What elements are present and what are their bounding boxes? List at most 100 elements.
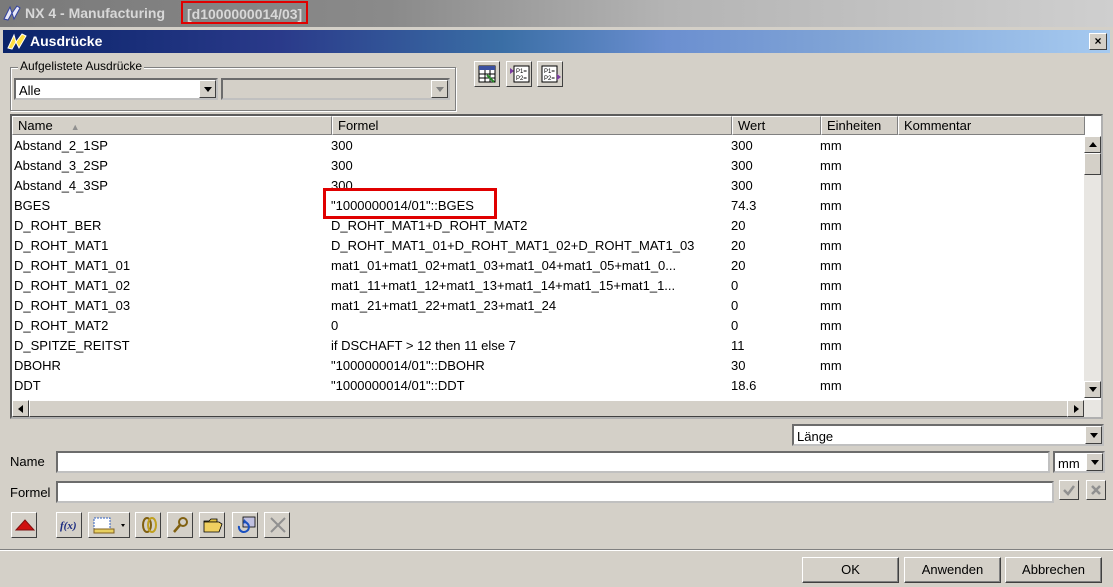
cell-formel: "1000000014/01"::DBOHR xyxy=(331,358,485,373)
table-row[interactable]: D_ROHT_MAT1 D_ROHT_MAT1_01+D_ROHT_MAT1_02… xyxy=(12,236,1085,256)
cell-name: Abstand_4_3SP xyxy=(14,178,108,193)
cell-formel: D_ROHT_MAT1_01+D_ROHT_MAT1_02+D_ROHT_MAT… xyxy=(331,238,695,253)
cell-formel: if DSCHAFT > 12 then 11 else 7 xyxy=(331,338,516,353)
vertical-scrollbar[interactable] xyxy=(1084,136,1101,398)
chevron-down-icon[interactable] xyxy=(1085,426,1102,444)
scroll-left-button[interactable] xyxy=(12,400,29,417)
cell-einheiten: mm xyxy=(820,198,842,213)
link-expression-button[interactable] xyxy=(135,512,161,538)
cell-formel: 300 xyxy=(331,178,353,193)
table-row[interactable]: Abstand_3_2SP 300 300 mm xyxy=(12,156,1085,176)
table-row[interactable]: Abstand_2_1SP 300 300 mm xyxy=(12,136,1085,156)
import-expressions-button[interactable]: P1= P2= xyxy=(506,61,532,87)
sort-ascending-icon: ▲ xyxy=(70,122,80,132)
close-button[interactable]: × xyxy=(1089,33,1107,50)
table-rows: Abstand_2_1SP 300 300 mm Abstand_3_2SP 300 300… xyxy=(12,136,1085,396)
cell-formel: 300 xyxy=(331,138,353,153)
table-row[interactable]: D_SPITZE_REITST if DSCHAFT > 12 then 11 e… xyxy=(12,336,1085,356)
measure-dropdown-button[interactable] xyxy=(88,512,130,538)
cell-name: D_ROHT_MAT1_02 xyxy=(14,278,131,293)
export-p1p2-icon: P1= P2= xyxy=(541,65,561,83)
cancel-button[interactable]: Abbrechen xyxy=(1005,557,1102,583)
cell-wert: 30 xyxy=(731,358,746,373)
refresh-button[interactable] xyxy=(232,512,258,538)
unit-select-value: mm xyxy=(1058,456,1080,471)
cell-formel: mat1_01+mat1_02+mat1_03+mat1_04+mat1_05+… xyxy=(331,258,677,273)
scroll-up-button[interactable] xyxy=(1084,136,1101,153)
secondary-filter-select xyxy=(221,78,450,100)
column-header-wert[interactable]: Wert xyxy=(732,116,821,135)
cell-name: D_ROHT_MAT1 xyxy=(14,238,109,253)
table-row[interactable]: BGES "1000000014/01"::BGES 74.3 mm xyxy=(12,196,1085,216)
table-row[interactable]: DBOHR "1000000014/01"::DBOHR 30 mm xyxy=(12,356,1085,376)
table-row[interactable]: DDT "1000000014/01"::DDT 18.6 mm xyxy=(12,376,1085,396)
link-expression-icon xyxy=(142,517,157,533)
collapse-button[interactable] xyxy=(11,512,37,538)
refresh-icon xyxy=(237,516,256,533)
horizontal-scrollbar[interactable] xyxy=(12,400,1101,417)
name-label: Name xyxy=(10,454,45,469)
svg-text:f(x): f(x) xyxy=(60,520,77,532)
import-p1p2-icon: P1= P2= xyxy=(510,65,530,83)
svg-text:P1=: P1= xyxy=(516,69,527,75)
cell-wert: 0 xyxy=(731,298,739,313)
column-header-einheiten[interactable]: Einheiten xyxy=(821,116,898,135)
column-header-kommentar[interactable]: Kommentar xyxy=(898,116,1085,135)
cell-wert: 300 xyxy=(731,138,753,153)
spreadsheet-button[interactable] xyxy=(474,61,500,87)
table-row[interactable]: D_ROHT_MAT2 0 0 mm xyxy=(12,316,1085,336)
checkmark-icon xyxy=(1063,485,1075,496)
cell-einheiten: mm xyxy=(820,298,842,313)
table-row[interactable]: D_ROHT_MAT1_02 mat1_11+mat1_12+mat1_13+ma… xyxy=(12,276,1085,296)
cell-name: BGES xyxy=(14,198,51,213)
cell-formel: mat1_11+mat1_12+mat1_13+mat1_14+mat1_15+… xyxy=(331,278,676,293)
scroll-right-button[interactable] xyxy=(1067,400,1084,417)
cell-name: D_ROHT_MAT1_03 xyxy=(14,298,131,313)
app-title-bar: NX 4 - Manufacturing [d1000000014/03] xyxy=(0,0,1113,27)
table-row[interactable]: Abstand_4_3SP 300 300 mm xyxy=(12,176,1085,196)
cell-formel: "1000000014/01"::DDT xyxy=(331,378,465,393)
cell-einheiten: mm xyxy=(820,358,842,373)
formel-input[interactable] xyxy=(56,481,1054,503)
vertical-scroll-thumb[interactable] xyxy=(1084,153,1101,175)
table-row[interactable]: D_ROHT_MAT1_01 mat1_01+mat1_02+mat1_03+ma… xyxy=(12,256,1085,276)
scroll-down-button[interactable] xyxy=(1084,381,1101,398)
chevron-down-icon[interactable] xyxy=(1086,453,1103,471)
cell-wert: 0 xyxy=(731,318,739,333)
table-row[interactable]: D_ROHT_MAT1_03 mat1_21+mat1_22+mat1_23+ma… xyxy=(12,296,1085,316)
expressions-table[interactable]: Name ▲ Formel Wert Einheiten Kommentar Ab… xyxy=(10,114,1103,419)
close-icon: × xyxy=(1094,34,1102,48)
ok-button[interactable]: OK xyxy=(802,557,899,583)
cell-einheiten: mm xyxy=(820,318,842,333)
group-legend: Aufgelistete Ausdrücke xyxy=(18,59,145,73)
dialog-title: Ausdrücke xyxy=(30,33,103,49)
chevron-down-icon[interactable] xyxy=(199,80,216,98)
collapse-triangle-icon xyxy=(15,519,35,531)
link-inter-part-button[interactable] xyxy=(167,512,193,538)
button-separator xyxy=(0,549,1113,551)
table-row[interactable]: D_ROHT_BER D_ROHT_MAT1+D_ROHT_MAT2 20 mm xyxy=(12,216,1085,236)
open-folder-button[interactable] xyxy=(199,512,225,538)
table-header: Name ▲ Formel Wert Einheiten Kommentar xyxy=(12,116,1085,136)
function-button[interactable]: f(x) xyxy=(56,512,82,538)
cell-name: D_ROHT_MAT2 xyxy=(14,318,109,333)
reject-formula-button xyxy=(1086,480,1106,500)
filter-select[interactable]: Alle xyxy=(14,78,218,100)
cell-einheiten: mm xyxy=(820,238,842,253)
dimension-select[interactable]: Länge xyxy=(792,424,1104,446)
link-inter-part-icon xyxy=(173,517,188,533)
column-header-formel[interactable]: Formel xyxy=(332,116,732,135)
formel-label: Formel xyxy=(10,485,51,500)
unit-select[interactable]: mm xyxy=(1053,451,1105,473)
column-header-name[interactable]: Name ▲ xyxy=(12,116,332,135)
svg-text:P2=: P2= xyxy=(516,76,527,82)
dialog-title-bar: Ausdrücke × xyxy=(3,30,1110,53)
open-folder-icon xyxy=(203,518,223,533)
name-input[interactable] xyxy=(56,451,1050,473)
apply-button[interactable]: Anwenden xyxy=(904,557,1001,583)
cell-einheiten: mm xyxy=(820,218,842,233)
horizontal-scroll-thumb[interactable] xyxy=(29,400,1068,417)
cell-wert: 20 xyxy=(731,238,746,253)
export-expressions-button[interactable]: P1= P2= xyxy=(537,61,563,87)
cell-einheiten: mm xyxy=(820,338,842,353)
